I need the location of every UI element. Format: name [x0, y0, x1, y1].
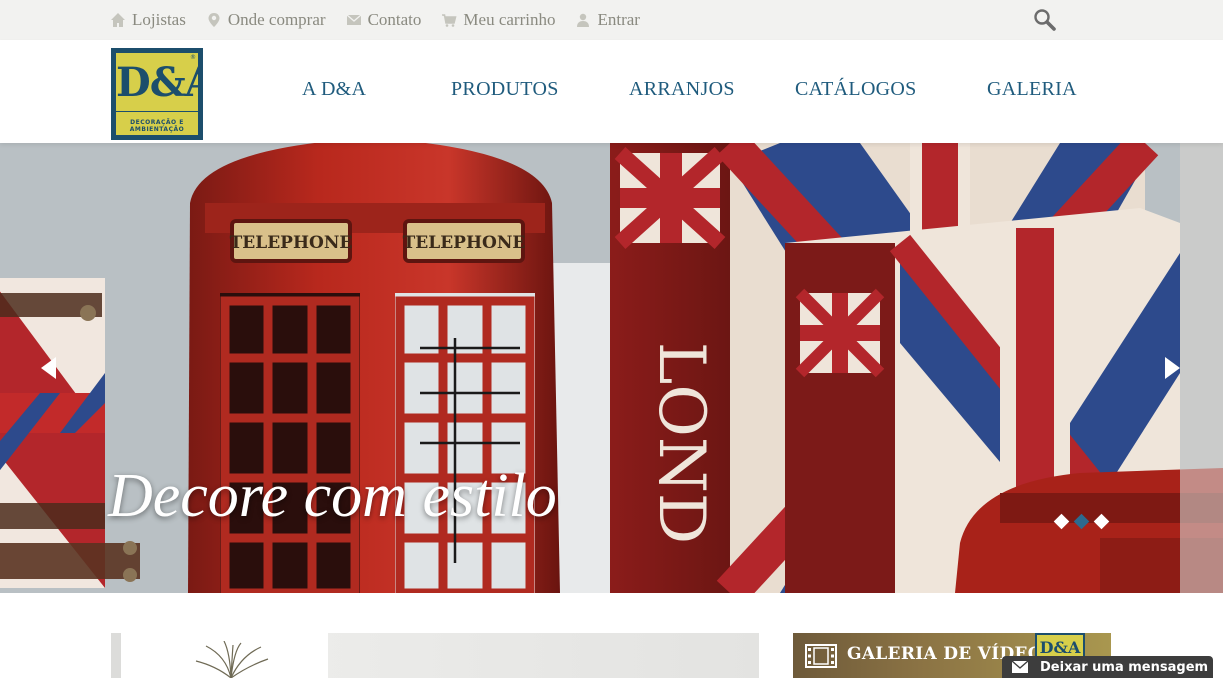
top-utility-bar: Lojistas Onde comprar Contato Meu carrin… — [0, 0, 1223, 40]
booth-sign-left: TELEPHONE — [230, 233, 353, 253]
nav-item-a-da[interactable]: A D&A — [302, 78, 366, 101]
top-link-label: Onde comprar — [227, 10, 326, 29]
top-link-onde-comprar[interactable]: Onde comprar — [206, 10, 326, 30]
film-icon — [805, 644, 837, 668]
envelope-icon — [346, 12, 362, 28]
top-link-lojistas[interactable]: Lojistas — [110, 10, 186, 30]
top-link-label: Entrar — [597, 10, 640, 29]
top-link-label: Contato — [367, 10, 422, 29]
arrow-left-icon[interactable] — [38, 355, 58, 381]
top-links: Lojistas Onde comprar Contato Meu carrin… — [110, 0, 660, 40]
hero-slider: TELEPHONE TELEPHONE LOND Decore com esti… — [0, 143, 1223, 593]
book-spine-text: LOND — [644, 342, 718, 544]
logo-letters: D&A — [116, 59, 198, 106]
slider-dot-1[interactable] — [1053, 513, 1070, 530]
search-icon[interactable] — [1032, 7, 1058, 33]
hero-title: Decore com estilo — [108, 462, 557, 530]
featured-card[interactable] — [111, 633, 759, 678]
cart-icon — [441, 12, 457, 28]
map-pin-icon — [206, 12, 222, 28]
main-header: ® D&A DECORAÇÃO E AMBIENTAÇÃO A D&A PROD… — [0, 40, 1223, 143]
leave-message-label: Deixar uma mensagem — [1040, 659, 1209, 675]
top-link-entrar[interactable]: Entrar — [575, 10, 640, 30]
logo-subtitle-line2: AMBIENTAÇÃO — [129, 126, 185, 133]
logo-subtitle: DECORAÇÃO E AMBIENTAÇÃO — [116, 119, 198, 133]
nav-item-produtos[interactable]: PRODUTOS — [451, 78, 559, 101]
top-link-contato[interactable]: Contato — [346, 10, 422, 30]
brand-logo[interactable]: ® D&A DECORAÇÃO E AMBIENTAÇÃO — [111, 48, 203, 140]
booth-sign-right: TELEPHONE — [403, 233, 526, 253]
top-link-meu-carrinho[interactable]: Meu carrinho — [441, 10, 555, 30]
nav-item-galeria[interactable]: GALERIA — [987, 78, 1077, 101]
card-edge-strip — [111, 633, 121, 678]
envelope-icon — [1012, 661, 1028, 673]
top-link-label: Meu carrinho — [463, 10, 556, 29]
arrow-right-icon[interactable] — [1163, 355, 1183, 381]
card-image-panel — [121, 633, 328, 678]
logo-badge: ® D&A DECORAÇÃO E AMBIENTAÇÃO — [114, 51, 200, 137]
user-icon — [575, 12, 591, 28]
slider-dots — [1053, 513, 1116, 530]
slider-dot-3[interactable] — [1093, 513, 1110, 530]
home-icon — [110, 12, 126, 28]
leave-message-button[interactable]: Deixar uma mensagem — [1002, 656, 1213, 678]
nav-item-catalogos[interactable]: CATÁLOGOS — [795, 78, 917, 101]
plant-image — [195, 641, 269, 678]
slider-dot-2[interactable] — [1073, 513, 1090, 530]
top-link-label: Lojistas — [132, 10, 186, 29]
nav-item-arranjos[interactable]: ARRANJOS — [629, 78, 735, 101]
logo-subtitle-line1: DECORAÇÃO E — [130, 119, 184, 126]
